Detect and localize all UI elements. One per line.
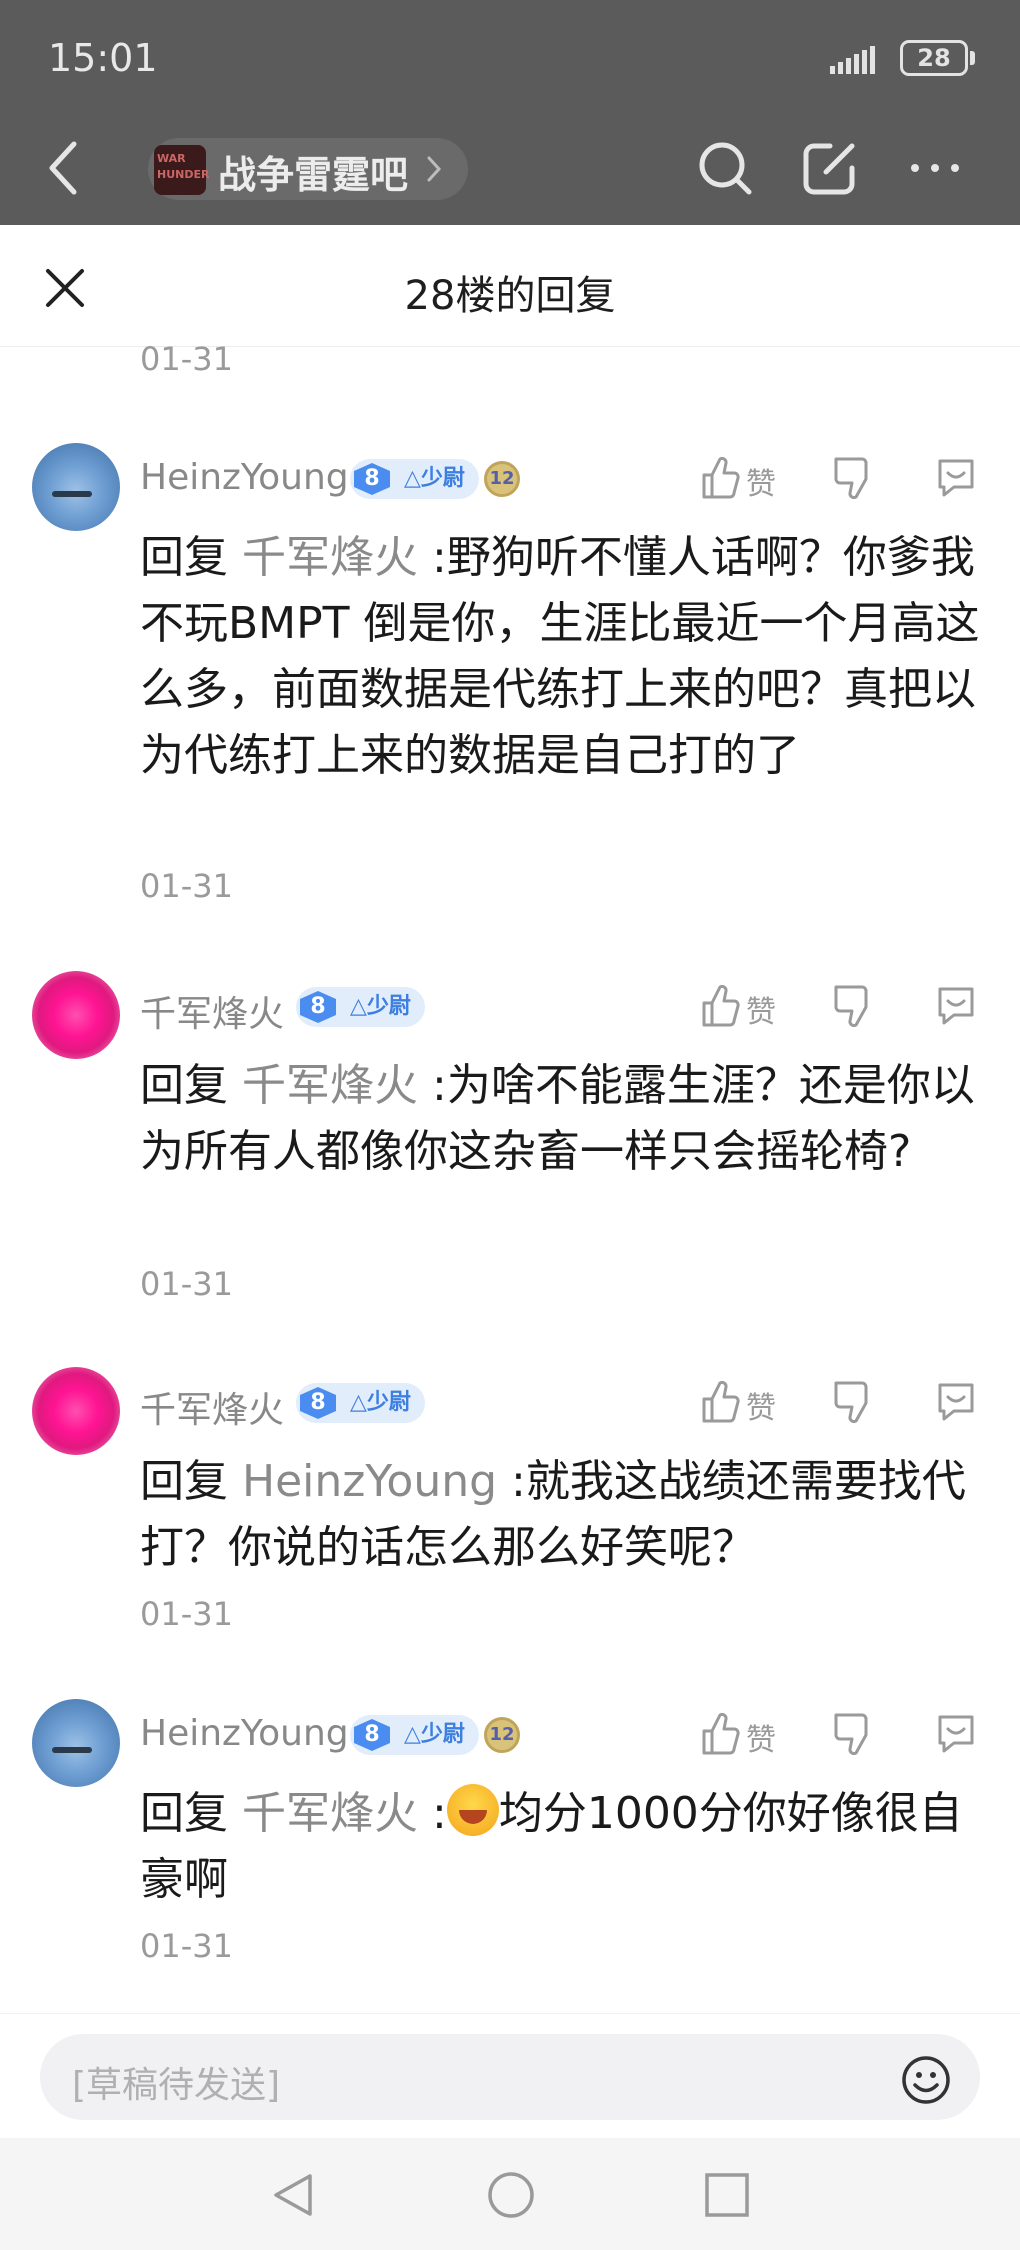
comment-body: 回复 千军烽火 :为啥不能露生涯？还是你以为所有人都像你这杂畜一样只会摇轮椅? [140, 1053, 980, 1185]
medal-icon: 12 [484, 1717, 520, 1753]
medal-icon: 12 [484, 461, 520, 497]
dislike-icon[interactable] [832, 455, 872, 501]
emoji-icon[interactable] [900, 2054, 952, 2106]
reply-prefix: 回复 [140, 1788, 228, 1839]
rank-label: △少尉 [350, 994, 411, 1019]
comment-date: 01-31 [140, 867, 233, 905]
level-icon: 8 [354, 463, 390, 495]
comment-body: 回复 HeinzYoung :就我这战绩还需要找代打？你说的话怎么那么好笑呢？ [140, 1449, 980, 1581]
like-icon[interactable] [700, 455, 740, 499]
sheet-header: 28楼的回复 [0, 225, 1020, 347]
avatar[interactable] [32, 443, 120, 531]
rank-badge: 8 △少尉 [350, 1715, 479, 1755]
rank-label: △少尉 [404, 466, 465, 491]
chevron-right-icon [427, 156, 442, 182]
dislike-icon[interactable] [832, 983, 872, 1029]
back-icon[interactable] [44, 138, 84, 198]
sweat-smile-emoji-icon [446, 1784, 499, 1836]
system-nav-bar [0, 2138, 1020, 2250]
like-label[interactable]: 赞 [746, 459, 776, 503]
reply-prefix: 回复 [140, 1060, 228, 1111]
battery-icon: 28 [900, 40, 968, 76]
more-icon[interactable] [905, 138, 965, 198]
reply-prefix: 回复 [140, 1456, 228, 1507]
like-icon[interactable] [700, 983, 740, 1027]
avatar[interactable] [32, 971, 120, 1059]
username[interactable]: 千军烽火 [140, 985, 284, 1037]
nav-recent-icon[interactable] [702, 2170, 752, 2220]
edit-icon[interactable] [800, 138, 860, 198]
reply-target[interactable]: 千军烽火 [242, 1788, 418, 1839]
reply-sheet: 28楼的回复 01-31 HeinzYoung 8 △少尉 12 赞 回复 千军… [0, 225, 1020, 2250]
reply-prefix: 回复 [140, 532, 228, 583]
comment-body: 回复 千军烽火 :野狗听不懂人话啊？你爹我不玩BMPT 倒是你，生涯比最近一个月… [140, 525, 980, 789]
reply-target[interactable]: 千军烽火 [242, 532, 418, 583]
like-icon[interactable] [700, 1711, 740, 1755]
level-icon: 8 [300, 1387, 336, 1419]
status-time: 15:01 [48, 36, 158, 80]
rank-badge: 8 △少尉 [296, 1383, 425, 1423]
like-label[interactable]: 赞 [746, 987, 776, 1031]
list-item: 千军烽火 8 △少尉 赞 回复 HeinzYoung :就我这战绩还需要找代打？… [0, 1367, 1020, 1633]
reply-icon[interactable] [934, 983, 978, 1027]
username[interactable]: HeinzYoung [140, 1713, 349, 1754]
dislike-icon[interactable] [832, 1379, 872, 1425]
rank-label: △少尉 [404, 1722, 465, 1747]
comment-text-lead: : [432, 1788, 447, 1839]
username[interactable]: HeinzYoung [140, 457, 349, 498]
forum-logo [154, 145, 209, 195]
reply-input-bar: [草稿待发送] [0, 2013, 1020, 2138]
comment-date: 01-31 [140, 340, 233, 378]
level-icon: 8 [354, 1719, 390, 1751]
reply-icon[interactable] [934, 455, 978, 499]
list-item: HeinzYoung 8 △少尉 12 赞 回复 千军烽火 :野狗听不懂人话啊？… [0, 443, 1020, 905]
comment-date: 01-31 [140, 1595, 233, 1633]
rank-badge: 8 △少尉 [296, 987, 425, 1027]
avatar[interactable] [32, 1699, 120, 1787]
battery-tip [970, 51, 975, 65]
level-icon: 8 [300, 991, 336, 1023]
like-label[interactable]: 赞 [746, 1383, 776, 1427]
rank-badge: 8 △少尉 [350, 459, 479, 499]
sheet-title: 28楼的回复 [404, 273, 616, 319]
reply-target[interactable]: HeinzYoung [242, 1456, 497, 1507]
comment-body: 回复 千军烽火 : 均分1000分你好像很自豪啊 [140, 1781, 980, 1913]
search-icon[interactable] [695, 138, 755, 198]
avatar[interactable] [32, 1367, 120, 1455]
like-icon[interactable] [700, 1379, 740, 1423]
list-item: 千军烽火 8 △少尉 赞 回复 千军烽火 :为啥不能露生涯？还是你以为所有人都像… [0, 971, 1020, 1303]
reply-icon[interactable] [934, 1379, 978, 1423]
list-item: HeinzYoung 8 △少尉 12 赞 回复 千军烽火 : 均分1000分你好… [0, 1699, 1020, 1965]
reply-target[interactable]: 千军烽火 [242, 1060, 418, 1111]
signal-icon [830, 46, 875, 74]
comment-date: 01-31 [140, 1265, 233, 1303]
nav-home-icon[interactable] [486, 2170, 536, 2220]
reply-icon[interactable] [934, 1711, 978, 1755]
nav-back-icon[interactable] [268, 2170, 318, 2220]
reply-input-placeholder[interactable]: [草稿待发送] [72, 2056, 280, 2108]
app-header-dimmed: 15:01 28 战争雷霆吧 [0, 0, 1020, 225]
rank-label: △少尉 [350, 1390, 411, 1415]
forum-name[interactable]: 战争雷霆吧 [218, 144, 408, 199]
dislike-icon[interactable] [832, 1711, 872, 1757]
username[interactable]: 千军烽火 [140, 1381, 284, 1433]
comment-date: 01-31 [140, 1927, 233, 1965]
like-label[interactable]: 赞 [746, 1715, 776, 1759]
